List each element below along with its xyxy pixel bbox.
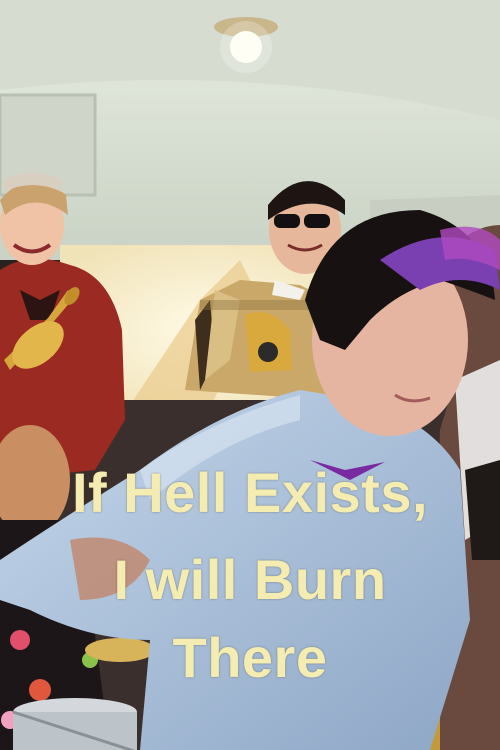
poster-title-line-2: I will Burn (113, 548, 387, 611)
poster-title-line-1: If Hell Exists, (71, 461, 429, 524)
movie-poster: If Hell Exists, I will Burn There (0, 0, 500, 750)
poster-title-line-3: There (172, 626, 328, 689)
